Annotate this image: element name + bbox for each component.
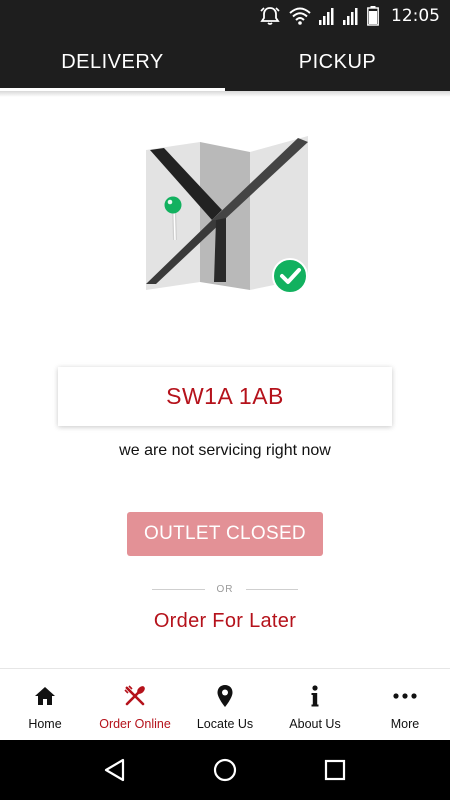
- location-pin-icon: [216, 683, 234, 709]
- nav-item-locate-us[interactable]: Locate Us: [180, 669, 270, 740]
- nav-item-home[interactable]: Home: [0, 669, 90, 740]
- tab-pickup[interactable]: PICKUP: [225, 33, 450, 91]
- order-for-later-link[interactable]: Order For Later: [0, 610, 450, 633]
- service-status-message: we are not servicing right now: [119, 442, 331, 459]
- map-illustration: [138, 132, 316, 298]
- home-circle-icon: [213, 758, 237, 782]
- nav-item-order-online[interactable]: Order Online: [90, 669, 180, 740]
- signal-icon: [319, 7, 335, 25]
- info-icon: [310, 683, 320, 709]
- status-icons: 12:05: [259, 4, 440, 28]
- tab-shadow: [0, 91, 450, 97]
- back-button[interactable]: [95, 750, 135, 790]
- postcode-field[interactable]: SW1A 1AB: [58, 367, 392, 426]
- bottom-navigation: Home Order Online Locate Us About Us Mor…: [0, 668, 450, 740]
- nav-label: Order Online: [99, 717, 171, 731]
- alarm-icon: [259, 6, 281, 26]
- divider-line: [152, 588, 205, 590]
- or-divider: OR: [152, 581, 298, 597]
- battery-icon: [367, 6, 379, 26]
- cutlery-icon: [124, 683, 146, 709]
- wifi-icon: [289, 7, 311, 25]
- signal-icon: [343, 7, 359, 25]
- or-label: OR: [216, 583, 234, 595]
- divider-line: [245, 588, 298, 590]
- system-navigation-bar: [0, 740, 450, 800]
- nav-item-more[interactable]: More: [360, 669, 450, 740]
- nav-label: Locate Us: [196, 717, 254, 731]
- status-time: 12:05: [391, 6, 440, 26]
- home-system-button[interactable]: [205, 750, 245, 790]
- tab-delivery[interactable]: DELIVERY: [0, 33, 225, 91]
- recents-button[interactable]: [315, 750, 355, 790]
- order-type-tabs: DELIVERY PICKUP: [0, 33, 450, 91]
- nav-label: More: [390, 717, 420, 731]
- nav-item-about-us[interactable]: About Us: [270, 669, 360, 740]
- nav-label: Home: [28, 717, 62, 731]
- more-icon: [393, 683, 417, 709]
- home-icon: [34, 683, 56, 709]
- status-bar: 12:05: [0, 0, 450, 33]
- recents-square-icon: [324, 759, 346, 781]
- outlet-closed-button[interactable]: OUTLET CLOSED: [127, 512, 323, 556]
- nav-label: About Us: [289, 717, 341, 731]
- back-triangle-icon: [104, 758, 125, 782]
